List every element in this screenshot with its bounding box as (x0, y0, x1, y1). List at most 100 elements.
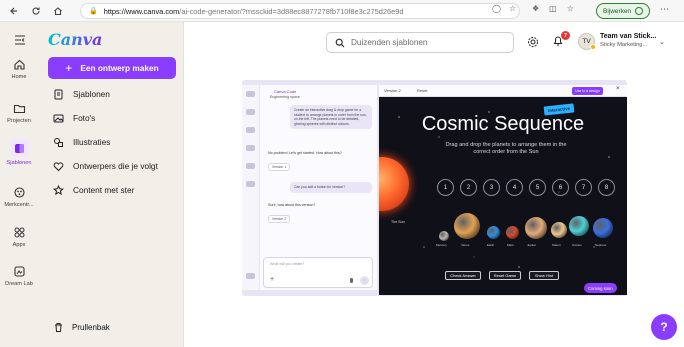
notification-badge: 7 (561, 31, 570, 40)
heart-icon (52, 160, 64, 172)
help-button[interactable]: ? (651, 314, 677, 340)
chat-bubble: Can you add a button for version? (290, 182, 372, 193)
game-title: Cosmic Sequence (421, 113, 585, 135)
preview-rail-icon (246, 127, 255, 133)
reload-icon[interactable] (28, 3, 44, 19)
reading-mode-icon[interactable]: ◯ (492, 4, 501, 13)
microphone-icon[interactable] (350, 278, 353, 283)
chat-bubble: Create an interactive drag & drop game f… (290, 105, 372, 130)
rail-item-projects[interactable]: Projecten (0, 100, 38, 124)
rail-item-apps[interactable]: Apps (0, 224, 38, 248)
planet-label: Jupiter (527, 243, 537, 247)
home-icon (11, 56, 27, 72)
extension-icon[interactable]: ❖ (532, 4, 539, 13)
reset-preview-button[interactable]: Reset (417, 88, 427, 93)
side-panel: Canva + Een ontwerp maken Sjablonen Foto… (15, 22, 184, 347)
home-browser-icon[interactable] (50, 3, 66, 19)
plus-icon[interactable]: + (270, 276, 274, 283)
sun-label: The Sun (391, 220, 405, 224)
chat-reply: Sure, how about this version? (268, 203, 316, 207)
rail-item-dream-lab[interactable]: Dream Lab (0, 263, 38, 287)
top-bar: Duizenden sjablonen 7 TV Team van Stick.… (185, 22, 684, 62)
planet-venus[interactable] (454, 213, 480, 239)
menu-item-photos[interactable]: Foto's (52, 110, 95, 126)
gear-icon[interactable] (527, 35, 539, 53)
preview-rail-icon (246, 91, 255, 97)
use-in-design-button[interactable]: Use in a design (572, 87, 603, 95)
favorites-icon[interactable]: ☆ (567, 4, 574, 13)
search-icon (335, 38, 345, 48)
url-path: /ai-code-generator/?mssckid=3d88ec887727… (179, 6, 404, 16)
chat-input[interactable]: What will you create? + ↑ (263, 257, 373, 288)
team-switcher[interactable]: Team van Stick... Sticky Marketing... (600, 33, 656, 48)
coming-soon-badge: Coming soon (584, 283, 617, 293)
left-rail: Home Projecten Sjablonen Merkcentr... Ap… (0, 22, 38, 347)
menu-label-followed-designers: Ontwerpers die je volgt (73, 161, 158, 171)
drop-slot[interactable]: 6 (552, 179, 569, 196)
planet-jupiter[interactable] (525, 217, 547, 239)
preview-rail-icon (246, 109, 255, 115)
planet-saturn[interactable] (551, 222, 567, 238)
trash-item[interactable]: Prullenbak (52, 321, 110, 333)
rail-label-brand: Merkcentr... (4, 202, 34, 208)
planet-neptune[interactable] (593, 218, 613, 238)
drop-slot[interactable]: 8 (598, 179, 615, 196)
trash-icon (52, 321, 64, 333)
planet-label: Mercury (436, 243, 447, 247)
team-subtitle: Sticky Marketing... (600, 42, 648, 48)
menu-label-templates: Sjablonen (73, 89, 110, 99)
collapse-sidebar-icon[interactable] (14, 32, 26, 50)
version-chip[interactable]: Version 2 (268, 215, 291, 223)
update-browser-button[interactable]: Bijwerken (596, 3, 651, 19)
drop-slot[interactable]: 2 (460, 179, 477, 196)
check-answer-button[interactable]: Check Answer (445, 271, 481, 280)
bookmark-star-icon[interactable]: ☆ (509, 4, 516, 13)
planet-uranus[interactable] (569, 216, 589, 236)
document-icon (52, 88, 64, 100)
menu-item-starred[interactable]: Content met ster (52, 182, 134, 198)
rail-item-home[interactable]: Home (0, 56, 38, 80)
drop-slot[interactable]: 3 (483, 179, 500, 196)
menu-item-templates[interactable]: Sjablonen (52, 86, 110, 102)
planet-earth[interactable] (487, 226, 500, 239)
close-icon[interactable]: × (616, 86, 620, 92)
menu-item-illustrations[interactable]: Illustraties (52, 134, 110, 150)
avatar-initials: TV (582, 38, 591, 45)
search-input[interactable]: Duizenden sjablonen (326, 32, 514, 53)
planet-mars[interactable] (506, 226, 519, 239)
drop-slot[interactable]: 4 (506, 179, 523, 196)
address-bar[interactable]: 🔒 https://www.canva.com/ai-code-generato… (80, 3, 520, 19)
back-icon[interactable] (6, 3, 22, 19)
apps-icon (11, 224, 27, 240)
split-screen-icon[interactable]: ◫ (549, 4, 557, 13)
planet-mercury[interactable] (439, 231, 449, 241)
preview-rail-icon (246, 181, 255, 187)
drop-slot[interactable]: 5 (529, 179, 546, 196)
drop-slot[interactable]: 1 (437, 179, 454, 196)
lock-icon: 🔒 (89, 8, 98, 15)
game-subtitle: Drag and drop the planets to arrange the… (445, 142, 567, 156)
planet-label: Neptune (595, 243, 607, 247)
rail-item-templates[interactable]: Sjablonen (0, 138, 38, 166)
chevron-down-icon[interactable]: ⌄ (659, 38, 665, 46)
shapes-icon (52, 136, 64, 148)
reset-game-button[interactable]: Reset Game (489, 271, 521, 280)
drop-slot[interactable]: 7 (575, 179, 592, 196)
rail-label-apps: Apps (12, 242, 26, 248)
rail-label-projects: Projecten (7, 118, 31, 124)
rail-item-brand[interactable]: Merkcentr... (0, 184, 38, 208)
crown-icon (590, 44, 596, 50)
planet-label: Uranus (572, 243, 582, 247)
team-name: Team van Stick... (600, 33, 657, 40)
chat-subtitle: Engineering space (270, 95, 300, 99)
preview-toolbar: Version 2 Reset Use in a design × (379, 85, 627, 97)
avatar[interactable]: TV (578, 33, 596, 50)
create-design-button[interactable]: + Een ontwerp maken (48, 57, 176, 79)
show-hint-button[interactable]: Show Hint (529, 271, 559, 280)
send-icon[interactable]: ↑ (360, 276, 369, 285)
canva-logo[interactable]: Canva (48, 30, 102, 49)
version-selector[interactable]: Version 2 (384, 88, 401, 93)
menu-item-followed-designers[interactable]: Ontwerpers die je volgt (52, 158, 158, 174)
version-chip[interactable]: Version 1 (268, 163, 291, 171)
more-menu-icon[interactable]: ⋯ (660, 4, 669, 15)
